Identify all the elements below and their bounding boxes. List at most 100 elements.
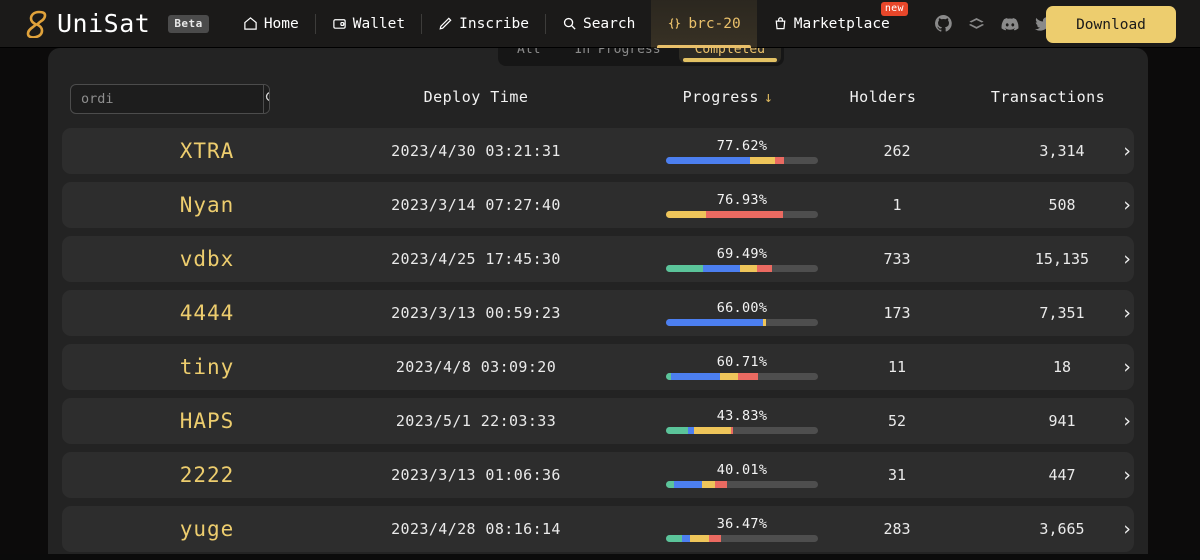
progress-percent: 77.62% (716, 138, 768, 154)
token-holders: 173 (883, 304, 911, 322)
table-row[interactable]: HAPS 2023/5/1 22:03:33 43.83% 52 941 › (62, 398, 1134, 444)
progress-percent: 66.00% (716, 300, 768, 316)
token-holders: 52 (887, 412, 907, 430)
chevron-right-icon[interactable]: › (1102, 236, 1152, 282)
progress-bar (666, 265, 818, 272)
token-progress: 66.00% (632, 290, 852, 336)
table-row[interactable]: XTRA 2023/4/30 03:21:31 77.62% 262 3,314… (62, 128, 1134, 174)
token-deploy-time: 2023/5/1 22:03:33 (395, 412, 557, 430)
brand[interactable]: UniSat (24, 9, 151, 39)
chevron-right-icon[interactable]: › (1102, 344, 1152, 390)
token-ticker[interactable]: vdbx (122, 236, 292, 282)
table-row[interactable]: 2222 2023/3/13 01:06:36 40.01% 31 447 › (62, 452, 1134, 498)
wallet-icon (332, 16, 347, 31)
chevron-right-icon[interactable]: › (1102, 506, 1152, 552)
token-holders: 11 (887, 358, 907, 376)
token-deploy-time: 2023/3/13 01:06:36 (391, 466, 561, 484)
chevron-right-icon[interactable]: › (1102, 128, 1152, 174)
progress-segment-green (666, 265, 704, 272)
nav-item-brc-20[interactable]: brc-20 (651, 0, 757, 48)
nav-item-home[interactable]: Home (227, 0, 315, 48)
progress-percent: 76.93% (716, 192, 768, 208)
table-row[interactable]: tiny 2023/4/8 03:09:20 60.71% 11 18 › (62, 344, 1134, 390)
nav-item-search[interactable]: Search (546, 0, 651, 48)
nav-item-marketplace[interactable]: Marketplace new (757, 0, 908, 48)
beta-badge: Beta (168, 14, 209, 33)
table-header: Deploy Time Progress↓ Holders Transactio… (48, 84, 1148, 124)
progress-segment-blue (674, 481, 703, 488)
progress-segment-blue (681, 535, 691, 542)
top-navbar: UniSat Beta Home Wallet Inscribe Search … (0, 0, 1200, 48)
column-header-progress[interactable]: Progress ↓ (618, 88, 838, 106)
token-ticker[interactable]: yuge (122, 506, 292, 552)
token-progress: 77.62% (632, 128, 852, 174)
column-header-holders: Holders (849, 88, 917, 106)
progress-percent: 43.83% (716, 408, 768, 424)
nav-label-inscribe: Inscribe (459, 15, 529, 32)
progress-bar (666, 535, 818, 542)
token-holders: 31 (887, 466, 907, 484)
progress-percent: 69.49% (716, 246, 768, 262)
chevron-right-icon[interactable]: › (1102, 290, 1152, 336)
sort-descending-icon: ↓ (763, 88, 774, 106)
progress-bar (666, 211, 818, 218)
token-ticker[interactable]: XTRA (122, 128, 292, 174)
nav-item-wallet[interactable]: Wallet (316, 0, 421, 48)
progress-percent: 60.71% (716, 354, 768, 370)
token-holders: 283 (883, 520, 911, 538)
token-ticker[interactable]: 4444 (122, 290, 292, 336)
progress-segment-yellow (719, 373, 739, 380)
download-button[interactable]: Download (1046, 6, 1176, 43)
progress-segment-red (731, 427, 733, 434)
token-progress: 69.49% (632, 236, 852, 282)
social-links (934, 14, 1053, 34)
new-badge: new (880, 1, 908, 16)
page-body: All In Progress Completed Deploy Time Pr… (0, 34, 1200, 554)
progress-bar (666, 157, 818, 164)
progress-percent: 36.47% (716, 516, 768, 532)
brand-name: UniSat (57, 9, 151, 38)
gitbook-icon[interactable] (967, 14, 986, 33)
token-ticker[interactable]: tiny (122, 344, 292, 390)
table-row[interactable]: 4444 2023/3/13 00:59:23 66.00% 173 7,351… (62, 290, 1134, 336)
brc20-panel: All In Progress Completed Deploy Time Pr… (48, 34, 1148, 554)
nav-item-inscribe[interactable]: Inscribe (422, 0, 545, 48)
token-ticker[interactable]: HAPS (122, 398, 292, 444)
github-icon[interactable] (934, 14, 953, 33)
shopping-bag-icon (773, 16, 788, 31)
search-icon (562, 16, 577, 31)
chevron-right-icon[interactable]: › (1102, 452, 1152, 498)
progress-bar (666, 373, 818, 380)
token-ticker[interactable]: Nyan (122, 182, 292, 228)
search-box (70, 84, 270, 114)
table-row[interactable]: yuge 2023/4/28 08:16:14 36.47% 283 3,665… (62, 506, 1134, 552)
token-deploy-time: 2023/3/14 07:27:40 (391, 196, 561, 214)
column-header-progress-label: Progress (682, 88, 759, 106)
progress-segment-red (706, 211, 783, 218)
token-deploy-time: 2023/4/30 03:21:31 (391, 142, 561, 160)
table-row[interactable]: Nyan 2023/3/14 07:27:40 76.93% 1 508 › (62, 182, 1134, 228)
braces-icon (667, 16, 682, 31)
progress-segment-yellow (749, 157, 776, 164)
progress-segment-blue (703, 265, 741, 272)
token-progress: 60.71% (632, 344, 852, 390)
progress-segment-yellow (666, 211, 707, 218)
progress-segment-blue (666, 157, 750, 164)
progress-percent: 40.01% (716, 462, 768, 478)
unisat-logo-icon (24, 10, 50, 39)
search-input[interactable] (71, 85, 263, 113)
token-ticker[interactable]: 2222 (122, 452, 292, 498)
discord-icon[interactable] (1000, 14, 1020, 34)
token-deploy-time: 2023/4/8 03:09:20 (395, 358, 557, 376)
chevron-right-icon[interactable]: › (1102, 182, 1152, 228)
chevron-right-icon[interactable]: › (1102, 398, 1152, 444)
progress-segment-yellow (694, 427, 732, 434)
token-deploy-time: 2023/3/13 00:59:23 (391, 304, 561, 322)
token-deploy-time: 2023/4/28 08:16:14 (391, 520, 561, 538)
token-progress: 36.47% (632, 506, 852, 552)
nav-label-marketplace: Marketplace (793, 15, 890, 32)
pencil-icon (438, 16, 453, 31)
search-button[interactable] (263, 85, 269, 113)
progress-segment-yellow (702, 481, 715, 488)
table-row[interactable]: vdbx 2023/4/25 17:45:30 69.49% 733 15,13… (62, 236, 1134, 282)
